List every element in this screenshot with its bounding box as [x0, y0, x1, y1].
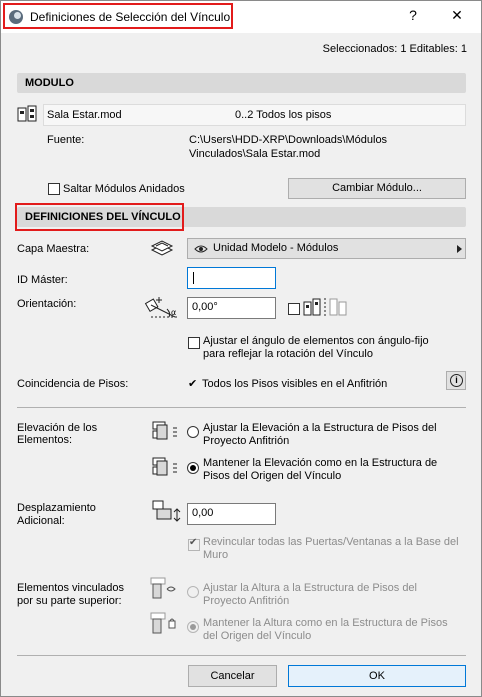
top-link-adjust-icon — [150, 577, 176, 599]
window-title: Definiciones de Selección del Vínculo — [30, 10, 231, 24]
top-link-option1-line2: Proyecto Anfitrión — [203, 595, 290, 607]
top-linked-label-line1: Elementos vinculados — [17, 582, 125, 594]
skip-nested-checkbox[interactable] — [48, 183, 60, 195]
eye-icon — [194, 245, 208, 253]
rotation-angle-icon: α — [144, 297, 179, 318]
top-linked-label-line2: por su parte superior: — [17, 595, 122, 607]
source-label: Fuente: — [47, 134, 85, 146]
module-name: Sala Estar.mod — [47, 109, 122, 121]
elevation-option1-line1: Ajustar la Elevación a la Estructura de … — [203, 422, 437, 434]
offset-label-line1: Desplazamiento — [17, 502, 96, 514]
elevation-label-line2: Elementos: — [17, 434, 73, 446]
relink-label-line2: Muro — [203, 549, 229, 561]
master-layer-label: Capa Maestra: — [17, 243, 90, 255]
elevation-keep-icon — [152, 457, 177, 476]
selection-status: Seleccionados: 1 Editables: 1 — [322, 43, 467, 55]
change-module-button[interactable]: Cambiar Módulo... — [288, 178, 466, 199]
orientation-label: Orientación: — [17, 298, 77, 310]
elevation-adjust-icon — [152, 421, 177, 440]
text-cursor — [193, 272, 194, 284]
top-link-option1-line1: Ajustar la Altura a la Estructura de Pis… — [203, 582, 417, 594]
offset-input[interactable]: 0,00 — [187, 503, 276, 525]
adjust-angle-checkbox[interactable] — [188, 337, 200, 349]
skip-nested-label: Saltar Módulos Anidados — [63, 183, 185, 195]
relink-label-line1: Revincular todas las Puertas/Ventanas a … — [203, 536, 459, 548]
link-section-highlight — [15, 203, 184, 231]
elevation-option2-line1: Mantener la Elevación como en la Estruct… — [203, 457, 438, 469]
module-section-title: MODULO — [25, 77, 74, 89]
elevation-option1-line2: Proyecto Anfitrión — [203, 435, 290, 447]
offset-label-line2: Adicional: — [17, 515, 65, 527]
top-link-adjust-radio[interactable] — [187, 586, 199, 598]
top-link-keep-icon — [150, 612, 176, 634]
top-link-option2-line2: del Origen del Vínculo — [203, 630, 312, 642]
offset-icon — [152, 500, 181, 522]
dropdown-arrow-icon — [457, 245, 462, 253]
divider-2 — [17, 655, 466, 656]
source-path-line2: Vinculados\Sala Estar.mod — [189, 148, 321, 160]
close-button[interactable]: ✕ — [447, 7, 467, 24]
layers-icon — [150, 240, 174, 256]
cancel-button[interactable]: Cancelar — [188, 665, 277, 687]
module-section-header: MODULO — [17, 73, 466, 93]
archicad-app-icon — [9, 10, 23, 24]
mirror-checkbox[interactable] — [288, 303, 300, 315]
relink-checkbox[interactable] — [188, 537, 200, 551]
story-match-check-icon: ✔ — [188, 378, 198, 390]
master-layer-dropdown[interactable]: Unidad Modelo - Módulos — [187, 238, 466, 259]
elevation-keep-radio[interactable] — [187, 462, 199, 474]
source-path-line1: C:\Users\HDD-XRP\Downloads\Módulos — [189, 134, 388, 146]
ok-button[interactable]: OK — [288, 665, 466, 687]
module-file-icon — [17, 105, 37, 122]
dialog-window: Definiciones de Selección del Vínculo ? … — [0, 0, 482, 697]
adjust-angle-label-line1: Ajustar el ángulo de elementos con ángul… — [203, 335, 429, 347]
adjust-angle-label-line2: para reflejar la rotación del Vínculo — [203, 348, 373, 360]
help-button[interactable]: ? — [403, 7, 423, 23]
module-stories: 0..2 Todos los pisos — [235, 109, 332, 121]
story-match-value: Todos los Pisos visibles en el Anfitrión — [202, 378, 388, 390]
top-link-keep-radio[interactable] — [187, 621, 199, 633]
elevation-option2-line2: Pisos del Origen del Vínculo — [203, 470, 342, 482]
story-match-label: Coincidencia de Pisos: — [17, 378, 129, 390]
elevation-adjust-radio[interactable] — [187, 426, 199, 438]
mirror-icon — [303, 298, 347, 317]
top-link-option2-line1: Mantener la Altura como en la Estructura… — [203, 617, 448, 629]
master-layer-value: Unidad Modelo - Módulos — [213, 242, 339, 254]
elevation-label-line1: Elevación de los — [17, 422, 98, 434]
svg-text:α: α — [171, 308, 176, 317]
master-id-label: ID Máster: — [17, 274, 68, 286]
divider-1 — [17, 407, 466, 408]
orientation-input[interactable]: 0,00° — [187, 297, 276, 319]
info-button[interactable]: i — [446, 371, 466, 390]
info-icon: i — [450, 374, 463, 387]
title-bar[interactable]: Definiciones de Selección del Vínculo ? … — [1, 1, 481, 33]
master-id-input[interactable] — [187, 267, 276, 289]
